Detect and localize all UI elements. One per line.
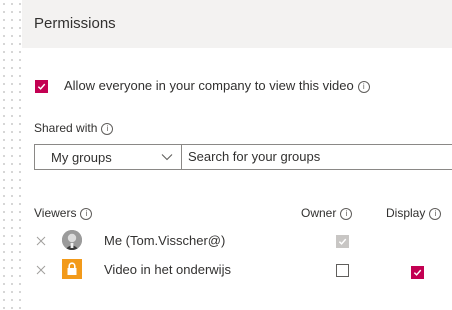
owner-header-text: Owner [301,206,337,220]
viewer-name: Me (Tom.Visscher@) [104,233,226,248]
viewer-name: Video in het onderwijs [104,262,231,277]
viewers-header-text: Viewers [34,206,77,220]
display-column-header: Display i [386,206,442,220]
info-icon[interactable]: i [80,208,93,220]
table-row: Video in het onderwijs [22,259,452,281]
owner-column-header: Owner i [301,206,353,220]
info-icon[interactable]: i [340,208,353,220]
checkmark-icon [37,83,46,90]
checkmark-icon [413,269,422,276]
shared-with-label: Shared with i [34,121,114,135]
group-filter-value: My groups [51,150,112,165]
allow-everyone-checkbox[interactable] [35,80,48,93]
allow-everyone-text: Allow everyone in your company to view t… [64,78,354,93]
viewers-column-header: Viewers i [34,206,93,220]
shared-with-text: Shared with [34,121,98,135]
checkmark-icon [338,238,347,245]
remove-icon[interactable] [36,265,46,275]
page-title: Permissions [34,15,116,32]
table-row: Me (Tom.Visscher@) [22,230,452,252]
group-filter-dropdown[interactable]: My groups [34,144,182,170]
owner-checkbox [336,235,349,248]
permissions-panel: Permissions Allow everyone in your compa… [22,0,452,310]
permissions-header: Permissions [22,0,452,48]
lock-icon [62,259,82,279]
chevron-down-icon [161,154,173,161]
display-checkbox[interactable] [411,266,424,279]
group-search-input[interactable] [188,149,452,164]
group-search-box[interactable] [181,144,452,170]
info-icon[interactable]: i [429,208,442,220]
display-header-text: Display [386,206,426,220]
remove-icon[interactable] [36,236,46,246]
user-avatar [62,230,82,250]
info-icon[interactable]: i [357,81,370,93]
allow-everyone-label: Allow everyone in your company to view t… [64,78,370,93]
owner-checkbox[interactable] [336,264,349,277]
info-icon[interactable]: i [101,123,114,135]
